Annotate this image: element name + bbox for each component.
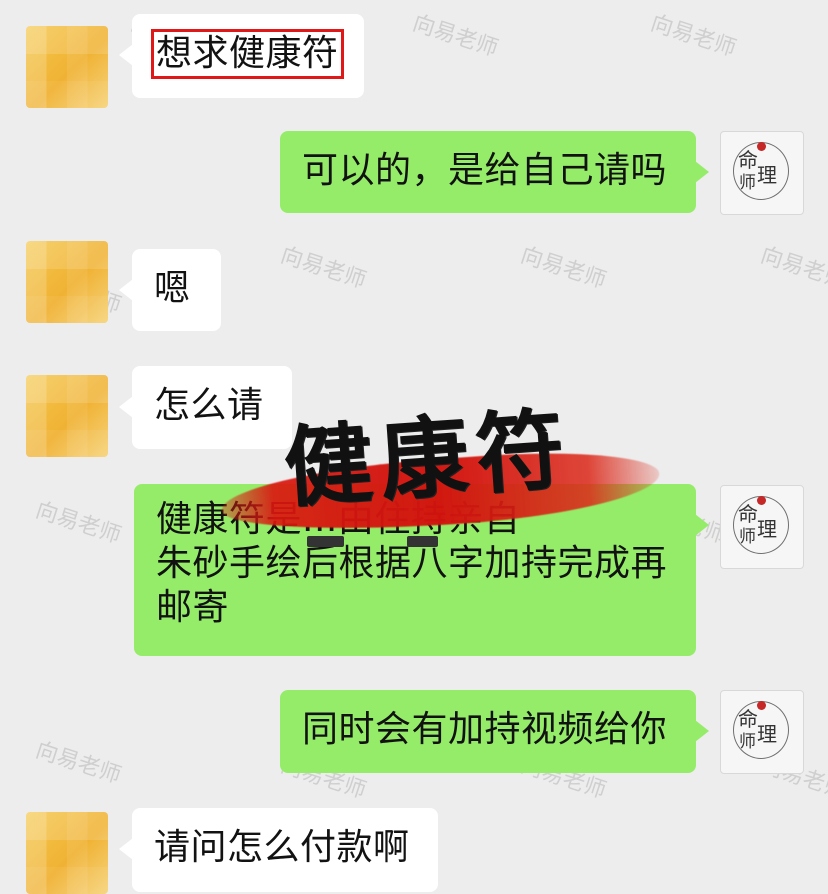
avatar-glyph: 命	[738, 502, 758, 526]
redaction-mark	[407, 536, 438, 547]
message-line: 邮寄	[156, 587, 230, 628]
avatar-glyph: 理	[757, 163, 777, 187]
avatar-glyph: 命	[738, 707, 758, 731]
watermark-text: 向易老师	[32, 737, 124, 789]
watermark-text: 向易老师	[757, 242, 828, 294]
watermark-text: 向易老师	[277, 242, 369, 294]
avatar[interactable]	[26, 26, 108, 108]
avatar[interactable]	[26, 375, 108, 457]
watermark-text: 向易老师	[409, 10, 501, 62]
message-bubble-incoming[interactable]: 嗯	[119, 249, 221, 331]
overlay-title: 健康符	[280, 396, 576, 520]
watermark-text: 向易老师	[647, 10, 739, 62]
message-bubble-incoming[interactable]: 请问怎么付款啊	[119, 808, 438, 892]
message-text: 可以的，是给自己请吗	[302, 150, 668, 191]
avatar-glyph: 师	[739, 732, 756, 752]
message-line: 朱砂手绘后根据八字加持完成再	[156, 543, 668, 584]
red-seal-dot	[757, 496, 766, 505]
message-text: 嗯	[154, 268, 191, 309]
highlighted-message-text: 想求健康符	[151, 29, 344, 79]
red-seal-dot	[757, 142, 766, 151]
message-bubble-incoming[interactable]: 想求健康符	[119, 14, 364, 98]
avatar[interactable]	[26, 812, 108, 894]
redaction-mark	[307, 536, 344, 547]
message-bubble-outgoing[interactable]: 可以的，是给自己请吗	[280, 131, 709, 213]
avatar[interactable]	[26, 241, 108, 323]
watermark-text: 向易老师	[517, 242, 609, 294]
message-text: 请问怎么付款啊	[154, 827, 410, 868]
avatar-glyph: 理	[757, 722, 777, 746]
avatar-glyph: 理	[757, 517, 777, 541]
brand-avatar[interactable]: 命 理 师	[720, 131, 804, 215]
avatar-glyph: 师	[739, 173, 756, 193]
avatar-glyph: 师	[739, 527, 756, 547]
message-text: 同时会有加持视频给你	[302, 709, 668, 750]
red-seal-dot	[757, 701, 766, 710]
message-bubble-outgoing[interactable]: 同时会有加持视频给你	[280, 690, 709, 773]
avatar-glyph: 命	[738, 148, 758, 172]
message-bubble-incoming[interactable]: 怎么请	[119, 366, 292, 449]
brand-avatar[interactable]: 命 理 师	[720, 690, 804, 774]
chat-window: 向易老师 向易老师 向易老师 向易老师 向易老师 向易老师 向易老师 向易老师 …	[0, 0, 828, 894]
watermark-text: 向易老师	[32, 497, 124, 549]
message-text: 怎么请	[154, 385, 264, 426]
brand-avatar[interactable]: 命 理 师	[720, 485, 804, 569]
